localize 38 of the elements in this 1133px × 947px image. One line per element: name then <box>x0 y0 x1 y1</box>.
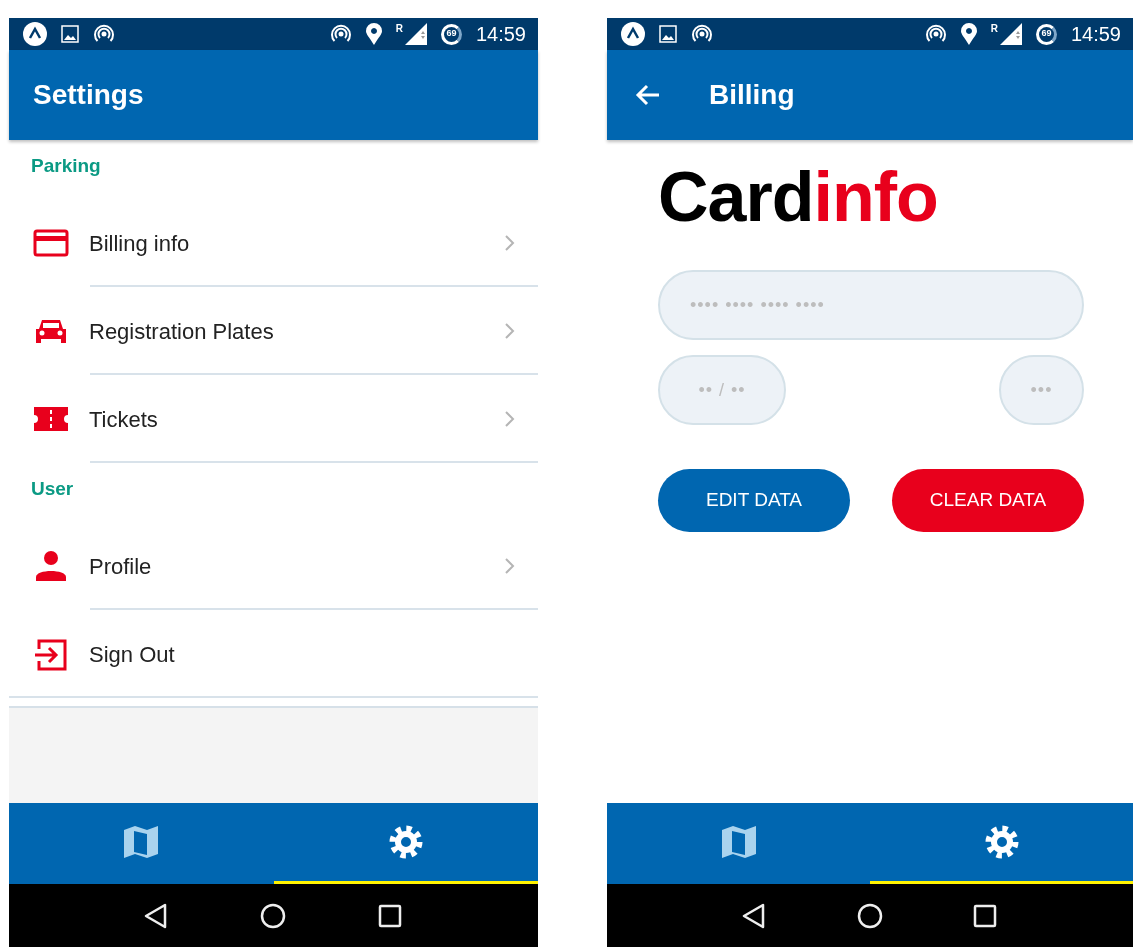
screen-title: Settings <box>33 78 144 112</box>
back-arrow-icon <box>635 82 661 108</box>
map-icon <box>720 824 757 860</box>
location-pin-icon <box>960 23 977 45</box>
edit-button[interactable]: EDIT DATA <box>658 469 850 532</box>
chevron-right-icon <box>504 410 516 428</box>
chevron-right-icon <box>504 234 516 252</box>
roaming-indicator: R <box>990 22 998 36</box>
app-logo-icon <box>23 22 47 46</box>
heading-text: Card <box>658 158 814 236</box>
signal-icon <box>999 23 1022 45</box>
image-icon <box>61 25 79 43</box>
signal-icon <box>404 23 427 45</box>
battery-indicator: 69 <box>1035 23 1057 45</box>
location-pin-icon <box>365 23 382 45</box>
chevron-right-icon <box>504 322 516 340</box>
screen-title: Billing <box>709 78 795 112</box>
app-logo-icon <box>621 22 645 46</box>
home-circle-icon <box>259 901 288 930</box>
home-circle-icon <box>856 901 884 930</box>
sign-out-icon <box>33 637 69 671</box>
map-icon <box>123 824 160 860</box>
roaming-indicator: R <box>395 22 403 36</box>
home-button[interactable] <box>259 901 288 930</box>
home-button[interactable] <box>856 901 884 930</box>
expiry-field[interactable]: •• / •• <box>658 355 786 425</box>
chevron-right-icon <box>504 557 516 575</box>
clock-time: 14:59 <box>1070 22 1121 47</box>
section-header: Parking <box>31 154 101 178</box>
person-icon <box>33 549 69 583</box>
clear-button[interactable]: CLEAR DATA <box>892 469 1084 532</box>
image-icon <box>659 25 677 43</box>
battery-indicator: 69 <box>440 23 462 45</box>
cvc-field[interactable]: ••• <box>999 355 1084 425</box>
clock-time: 14:59 <box>475 22 526 47</box>
heading-text: info <box>813 158 938 236</box>
section-header: User <box>31 477 74 501</box>
card-number-field[interactable]: •••• •••• •••• •••• <box>658 270 1084 340</box>
